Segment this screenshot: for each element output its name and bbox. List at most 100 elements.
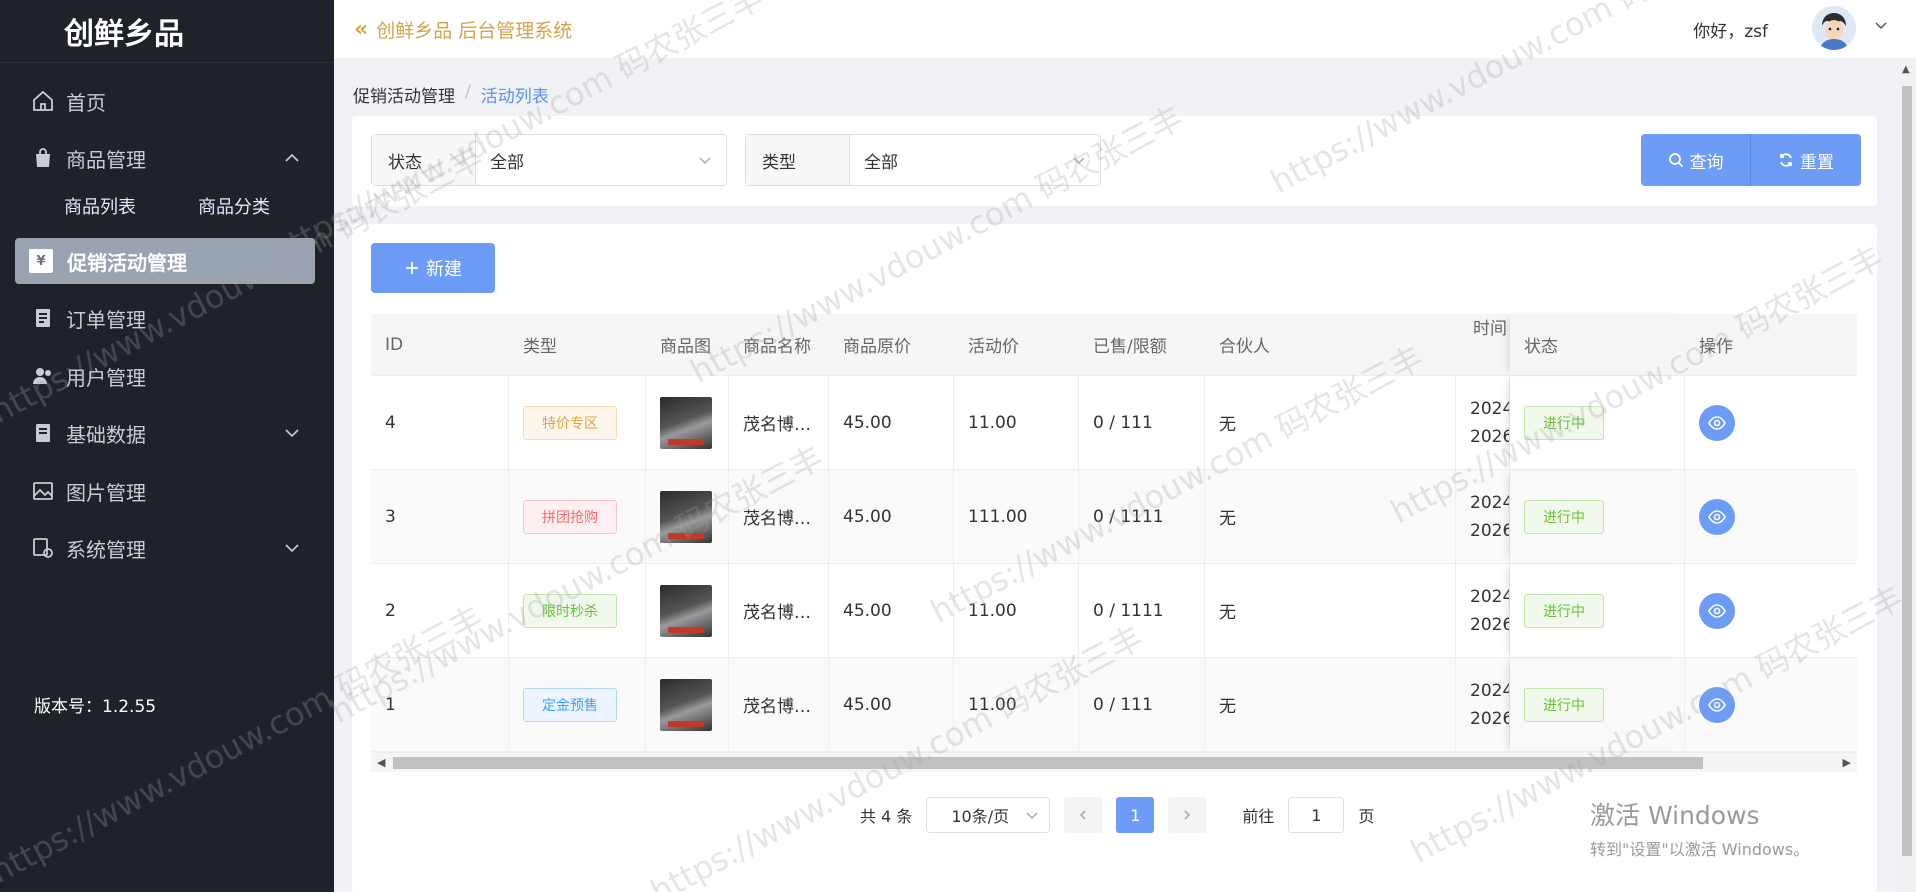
avatar[interactable]: [1812, 6, 1856, 50]
prev-page-button[interactable]: [1064, 797, 1103, 833]
status-badge: 进行中: [1524, 499, 1604, 534]
cell-time: 2024- 2026-: [1456, 658, 1510, 751]
chevron-up-icon: [285, 153, 299, 162]
next-page-button[interactable]: [1168, 797, 1207, 833]
new-button[interactable]: 新建: [371, 243, 495, 293]
products-submenu: 商品列表 商品分类: [64, 193, 270, 219]
cell-activity-price: 11.00: [954, 376, 1079, 469]
scrollbar-thumb[interactable]: [1902, 86, 1912, 856]
cell-activity-price: 111.00: [954, 470, 1079, 563]
table-row: 4 特价专区 茂名博… 45.00 11.00 0 / 111 无 2024-2…: [371, 376, 1857, 470]
type-select[interactable]: 类型 全部: [745, 134, 1101, 186]
home-icon: [30, 88, 56, 114]
product-thumbnail[interactable]: [660, 396, 712, 449]
windows-activation-hint: 转到"设置"以激活 Windows。: [1590, 840, 1810, 859]
submenu-item-product-list[interactable]: 商品列表: [64, 193, 136, 219]
scroll-right-icon[interactable]: ▶: [1843, 756, 1851, 769]
scroll-left-icon[interactable]: ◀: [377, 756, 385, 769]
table-row: 1 定金预售 茂名博… 45.00 11.00 0 / 111 无 2024-2…: [371, 658, 1857, 752]
chevron-right-icon: [1184, 810, 1191, 820]
sidebar-item-products[interactable]: 商品管理: [0, 134, 334, 182]
page-size-select[interactable]: 10条/页: [926, 797, 1051, 833]
time-end: 2026-: [1470, 520, 1509, 541]
goto-page-input[interactable]: 1: [1288, 797, 1345, 833]
cell-name: 茂名博…: [729, 470, 829, 563]
column-header-name: 商品名称: [743, 337, 811, 357]
cell-name: 茂名博…: [729, 564, 829, 657]
breadcrumb-separator: /: [465, 82, 471, 102]
view-button[interactable]: [1699, 498, 1735, 535]
view-button[interactable]: [1699, 686, 1735, 723]
chevron-down-icon: [699, 157, 711, 165]
query-button-label: 查询: [1689, 152, 1724, 173]
cell-status: 进行中: [1510, 376, 1685, 469]
product-thumbnail[interactable]: [660, 584, 712, 637]
sidebar-item-label: 系统管理: [66, 537, 146, 562]
order-icon: [30, 305, 56, 331]
cell-id: 4: [371, 376, 509, 469]
sidebar-item-orders[interactable]: 订单管理: [0, 294, 334, 342]
product-thumbnail[interactable]: [660, 678, 712, 731]
cell-type: 定金预售: [509, 658, 646, 751]
submenu-item-product-category[interactable]: 商品分类: [198, 193, 270, 219]
sidebar-item-users[interactable]: 用户管理: [0, 352, 334, 400]
user-greeting: 你好，zsf: [1693, 22, 1768, 42]
eye-icon: [1708, 697, 1726, 712]
chevron-down-icon: [1073, 157, 1085, 165]
time-start: 2024-: [1470, 586, 1509, 607]
filter-panel: 状态 全部 类型 全部 查询 重置: [352, 116, 1877, 206]
sidebar-item-home[interactable]: 首页: [0, 77, 334, 125]
type-select-label: 类型: [746, 135, 850, 185]
view-button[interactable]: [1699, 592, 1735, 629]
table-row: 2 限时秒杀 茂名博… 45.00 11.00 0 / 1111 无 2024-…: [371, 564, 1857, 658]
cell-original-price: 45.00: [829, 470, 954, 563]
page-size-value: 10条/页: [951, 807, 1010, 826]
reset-button[interactable]: 重置: [1751, 134, 1861, 186]
table-row: 3 拼团抢购 茂名博… 45.00 111.00 0 / 1111 无 2024…: [371, 470, 1857, 564]
type-tag: 特价专区: [523, 405, 617, 440]
cell-original-price: 45.00: [829, 376, 954, 469]
query-button[interactable]: 查询: [1641, 134, 1751, 186]
chevron-down-icon[interactable]: [1874, 18, 1888, 36]
sidebar-item-base-data[interactable]: 基础数据: [0, 409, 334, 457]
eye-icon: [1708, 603, 1726, 618]
column-header-actions: 操作: [1699, 337, 1733, 357]
windows-activation-notice: 激活 Windows 转到"设置"以激活 Windows。: [1590, 796, 1809, 860]
scroll-up-icon[interactable]: ▲: [1902, 64, 1910, 75]
sidebar-item-label: 首页: [66, 90, 106, 115]
horizontal-scrollbar[interactable]: ◀ ▶: [371, 752, 1857, 772]
sidebar-item-system[interactable]: 系统管理: [0, 524, 334, 572]
time-end: 2026-: [1470, 708, 1509, 729]
cell-actions: [1685, 376, 1857, 469]
cell-id: 1: [371, 658, 509, 751]
cell-sold-limit: 0 / 1111: [1079, 470, 1205, 563]
system-icon: [30, 535, 56, 561]
search-icon: [1668, 153, 1683, 168]
breadcrumb-parent[interactable]: 促销活动管理: [353, 82, 455, 107]
brand-logo: 创鲜乡品: [0, 0, 334, 63]
cell-id: 2: [371, 564, 509, 657]
sidebar-item-images[interactable]: 图片管理: [0, 467, 334, 515]
chevron-left-icon: [1080, 810, 1086, 820]
time-start: 2024-: [1470, 680, 1509, 701]
scrollbar-thumb[interactable]: [393, 757, 1703, 769]
product-thumbnail[interactable]: [660, 490, 712, 543]
collapse-sidebar-icon[interactable]: «: [354, 17, 368, 42]
cell-status: 进行中: [1510, 564, 1685, 657]
cell-type: 拼团抢购: [509, 470, 646, 563]
sidebar-item-promotions[interactable]: ¥ 促销活动管理: [15, 238, 315, 284]
pagination: 共 4 条 10条/页 1 前往 1 页: [860, 797, 1374, 833]
product-name: 茂名博…: [743, 509, 811, 529]
type-tag: 限时秒杀: [523, 593, 617, 628]
cell-actions: [1685, 564, 1857, 657]
vertical-scrollbar[interactable]: ▲: [1898, 58, 1916, 892]
refresh-icon: [1780, 153, 1792, 167]
cell-image: [646, 376, 729, 469]
cell-activity-price: 11.00: [954, 564, 1079, 657]
version-label: 版本号：1.2.55: [34, 697, 157, 717]
page-number[interactable]: 1: [1116, 797, 1155, 833]
view-button[interactable]: [1699, 404, 1735, 441]
product-name: 茂名博…: [743, 697, 811, 717]
status-select[interactable]: 状态 全部: [371, 134, 727, 186]
time-start: 2024-: [1470, 398, 1509, 419]
